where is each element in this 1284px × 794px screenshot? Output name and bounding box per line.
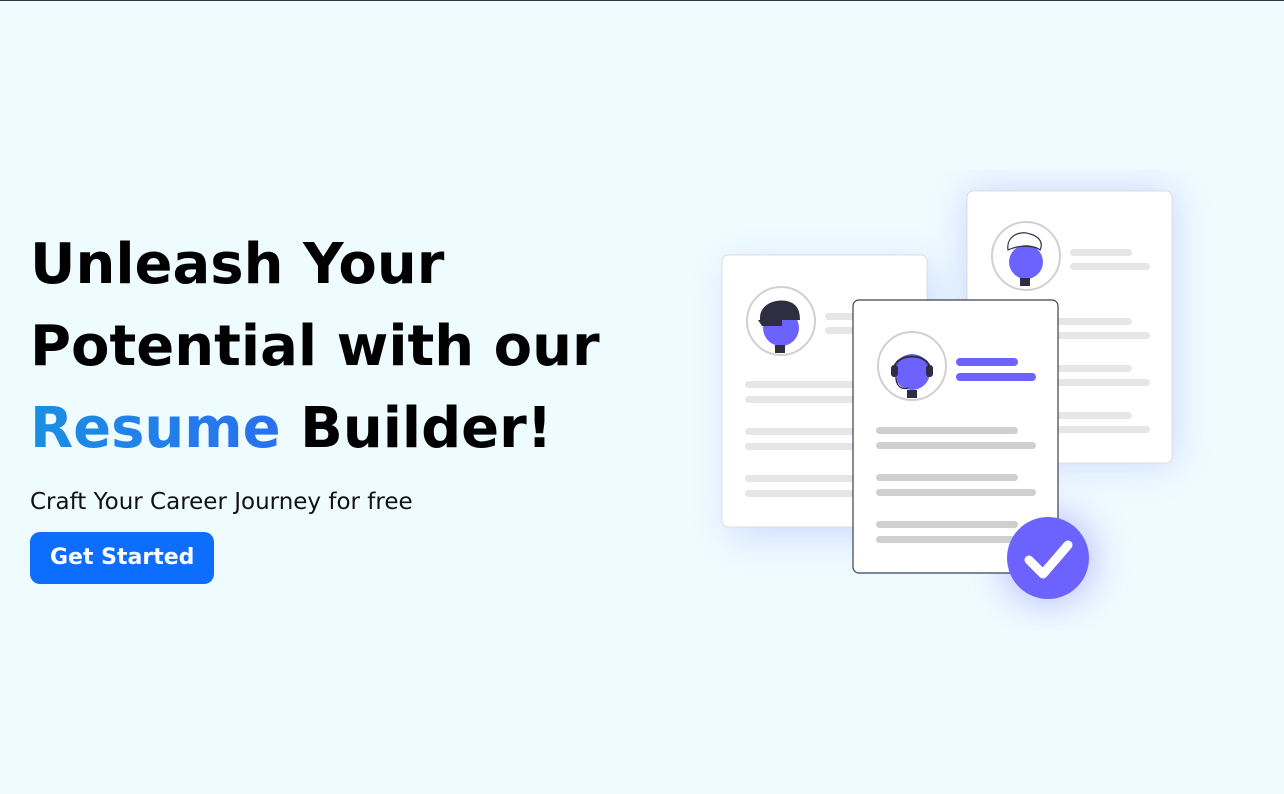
- headline-line-1: Unleash Your: [30, 232, 445, 297]
- headline-accent: Resume: [30, 396, 281, 461]
- top-border: [0, 0, 1284, 1]
- hero-headline: Unleash Your Potential with our Resume B…: [30, 224, 650, 470]
- hero-subtitle: Craft Your Career Journey for free: [30, 489, 413, 515]
- get-started-button[interactable]: Get Started: [30, 532, 215, 584]
- hero-section: Unleash Your Potential with our Resume B…: [30, 224, 650, 584]
- resume-illustration: [690, 170, 1210, 630]
- headline-line-3: Resume Builder!: [30, 388, 650, 470]
- resume-cards-icon: [721, 190, 1173, 604]
- headline-line-2: Potential with our: [30, 314, 600, 379]
- checkmark-icon: [1007, 517, 1089, 599]
- headline-end: Builder!: [280, 396, 553, 461]
